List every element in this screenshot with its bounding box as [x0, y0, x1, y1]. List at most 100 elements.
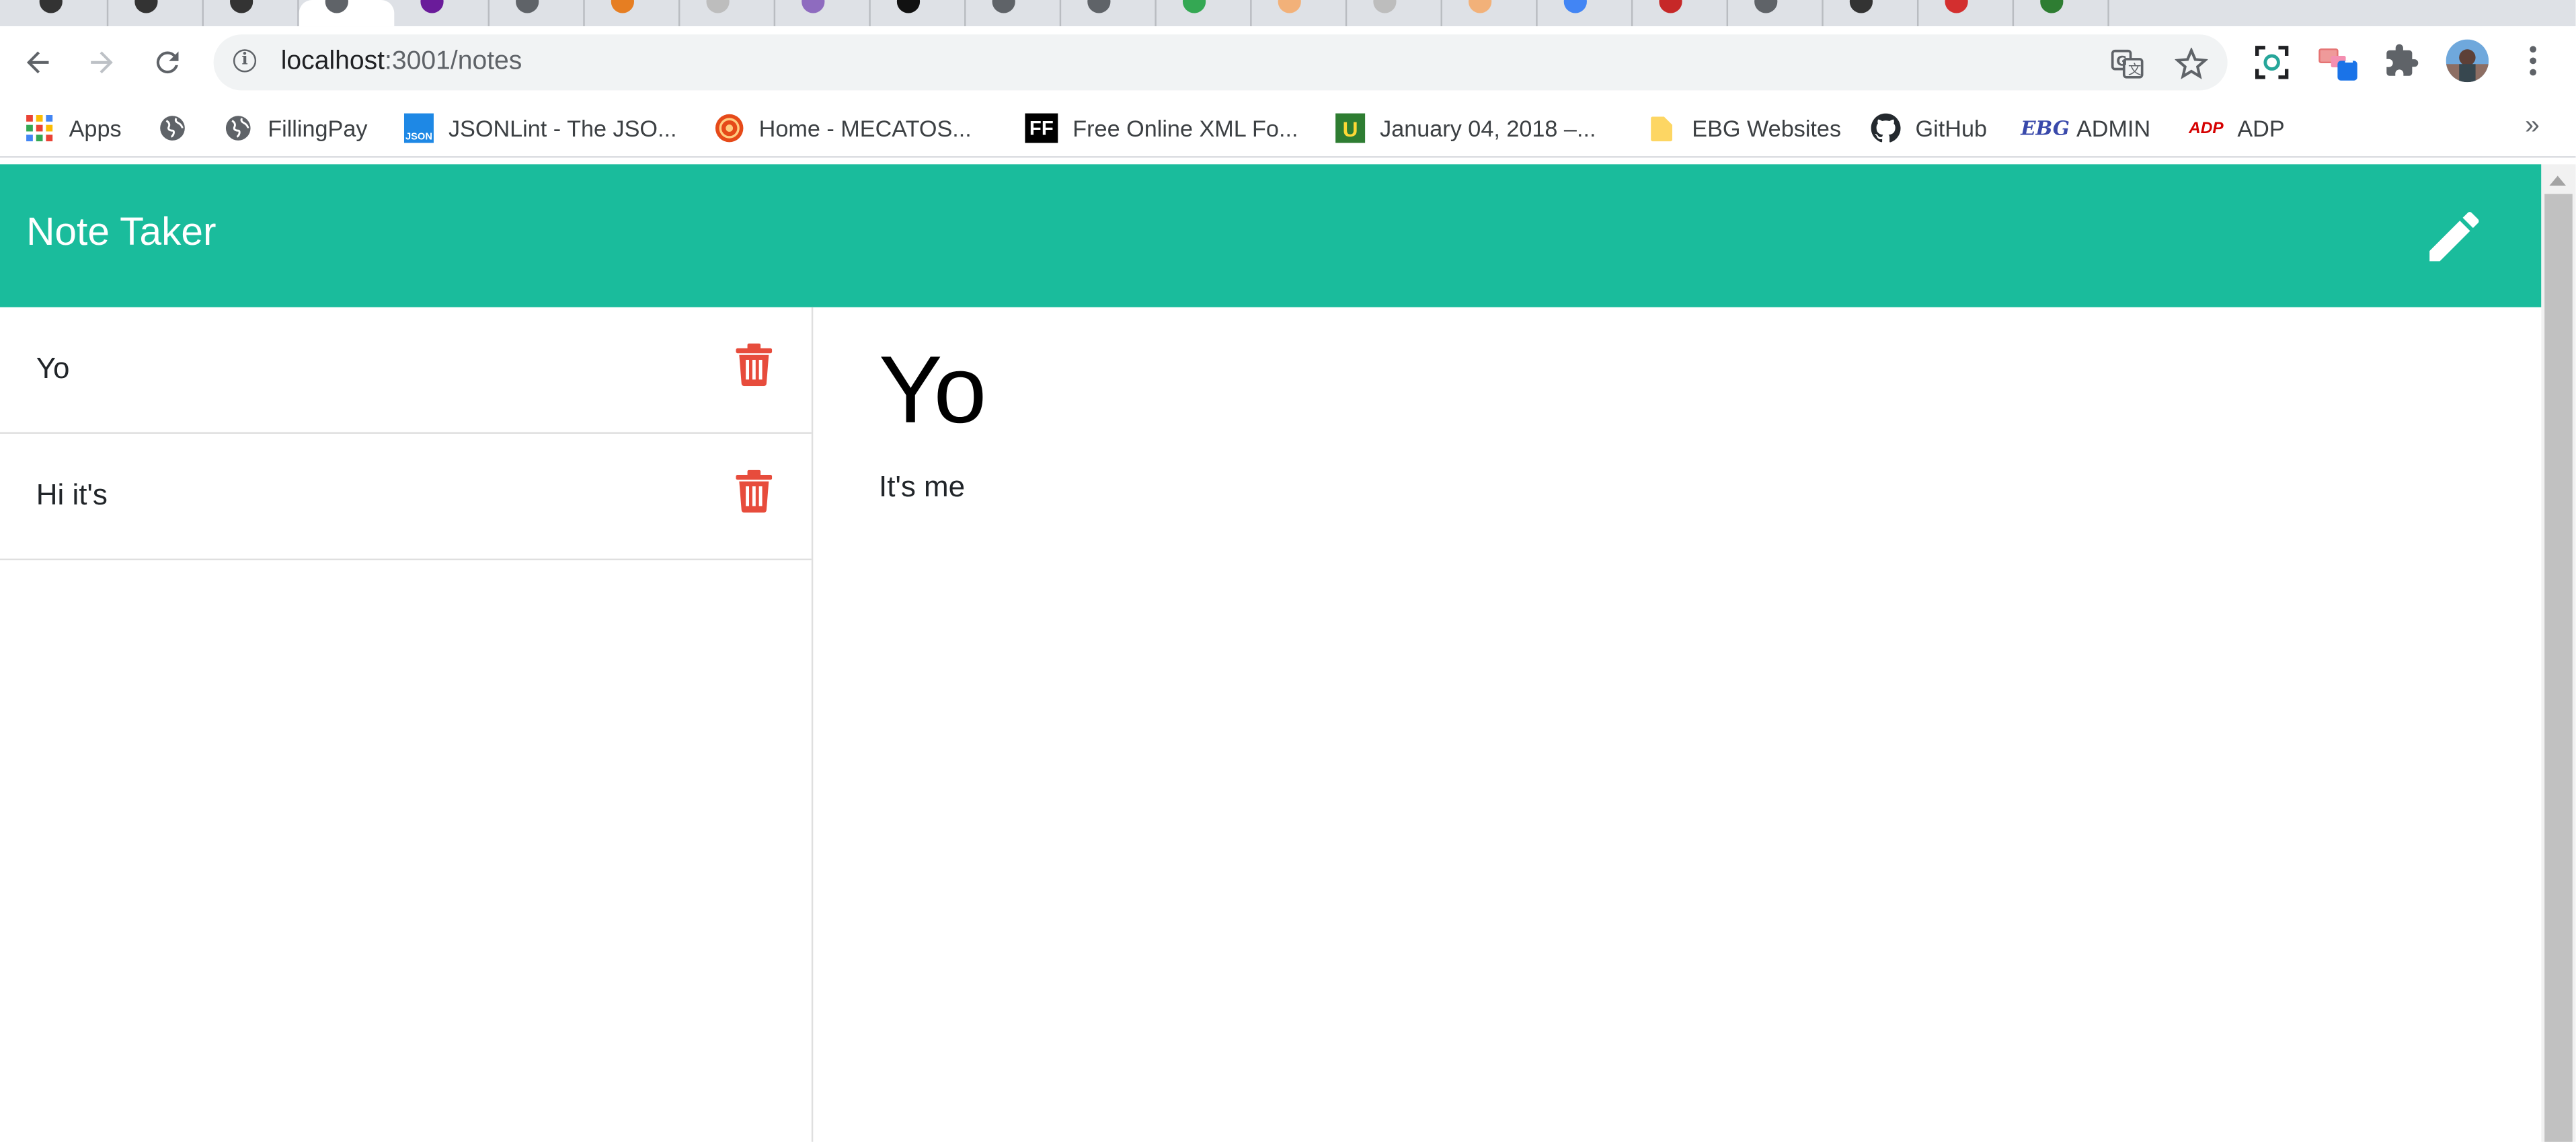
browser-tab[interactable]	[1442, 0, 1538, 27]
bookmark-january[interactable]: U January 04, 2018 –...	[1335, 112, 1596, 145]
browser-tab[interactable]	[1633, 0, 1729, 27]
bookmark-admin[interactable]: EBG ADMIN	[2021, 112, 2150, 145]
browser-tab[interactable]	[1061, 0, 1157, 27]
star-icon[interactable]	[2174, 46, 2209, 81]
bookmark-label: EBG Websites	[1692, 115, 1842, 142]
url-host: localhost	[280, 47, 385, 76]
browser-tab[interactable]	[1347, 0, 1442, 27]
reload-icon	[156, 51, 179, 74]
delete-note-button[interactable]	[736, 343, 773, 387]
folder-icon	[1647, 114, 1677, 143]
tab-favicon-icon	[516, 0, 539, 13]
bookmark-label: ADP	[2237, 115, 2285, 142]
tab-strip	[0, 0, 2576, 27]
note-list: Yo Hi it's	[0, 307, 814, 1142]
navbar-brand[interactable]: Note Taker	[26, 211, 216, 256]
arrow-right-icon	[91, 51, 113, 74]
browser-tab[interactable]	[490, 0, 585, 27]
bookmark-jsonlint[interactable]: JSON JSONLint - The JSO...	[403, 112, 677, 145]
scroll-up-arrow-icon[interactable]	[2549, 176, 2566, 186]
screenshot-extension-icon[interactable]	[2252, 43, 2292, 83]
svg-text:G: G	[2116, 54, 2127, 69]
browser-tab[interactable]	[871, 0, 966, 27]
trash-icon	[736, 469, 773, 513]
tab-favicon-icon	[992, 0, 1015, 13]
browser-tab[interactable]	[2014, 0, 2109, 27]
arrow-left-icon	[26, 51, 49, 74]
extension-badge-icon[interactable]: 1	[2318, 43, 2357, 83]
scrollbar-thumb[interactable]	[2544, 194, 2573, 1142]
bookmark-adp[interactable]: ADP ADP	[2189, 112, 2285, 145]
browser-tab[interactable]	[775, 0, 871, 27]
more-menu-icon[interactable]	[2513, 43, 2553, 83]
browser-tab[interactable]	[1918, 0, 2015, 27]
tab-favicon-icon	[420, 0, 444, 13]
tab-favicon-icon	[802, 0, 825, 13]
ff-icon: FF	[1025, 113, 1058, 143]
trash-icon	[736, 343, 773, 387]
browser-tab[interactable]	[1157, 0, 1252, 27]
info-icon[interactable]: i	[233, 49, 257, 73]
browser-window: i localhost:3001/notes G文 1 Apps Filling…	[0, 0, 2576, 1142]
bookmark-label: Apps	[69, 115, 122, 142]
browser-tab[interactable]	[585, 0, 680, 27]
browser-tab[interactable]	[108, 0, 204, 27]
bookmark-globe[interactable]	[158, 112, 202, 145]
tab-favicon-icon	[1563, 0, 1587, 13]
bookmark-label: GitHub	[1915, 115, 1987, 142]
page-scrollbar[interactable]	[2541, 164, 2576, 1142]
note-list-item[interactable]: Yo	[0, 307, 812, 434]
profile-avatar[interactable]	[2446, 39, 2489, 83]
browser-tab[interactable]	[204, 0, 299, 27]
tab-favicon-icon	[1278, 0, 1301, 13]
browser-tab[interactable]	[1252, 0, 1348, 27]
apps-grid-icon	[25, 114, 54, 143]
browser-tab[interactable]	[680, 0, 776, 27]
mecatos-icon	[715, 114, 744, 143]
browser-tab-active[interactable]	[299, 0, 395, 27]
bookmark-ebg-websites[interactable]: EBG Websites	[1647, 112, 1841, 145]
bookmark-github[interactable]: GitHub	[1871, 112, 1987, 145]
browser-tab[interactable]	[1824, 0, 1919, 27]
url-path: :3001/notes	[385, 47, 522, 76]
extensions-puzzle-icon[interactable]	[2382, 43, 2421, 83]
delete-note-button[interactable]	[736, 469, 773, 513]
browser-tab[interactable]	[394, 0, 490, 27]
new-note-button[interactable]	[2421, 204, 2487, 270]
extension-badge-count: 1	[2344, 49, 2353, 68]
tab-favicon-icon	[896, 0, 921, 13]
bookmark-mecatos[interactable]: Home - MECATOS...	[715, 112, 972, 145]
translate-icon[interactable]: G文	[2111, 48, 2144, 81]
note-viewer: Yo It's me	[879, 307, 2522, 1129]
browser-tab[interactable]	[1728, 0, 1824, 27]
active-note-text[interactable]: It's me	[879, 470, 965, 504]
bookmark-fillingpay[interactable]: FillingPay	[223, 112, 368, 145]
bookmark-label: FillingPay	[268, 115, 368, 142]
back-button[interactable]	[15, 40, 61, 85]
globe-icon	[223, 114, 253, 143]
browser-tab[interactable]	[966, 0, 1062, 27]
active-note-title[interactable]: Yo	[879, 334, 986, 449]
ebg-icon: EBG	[2021, 116, 2070, 140]
bookmark-freeformatter[interactable]: FF Free Online XML Fo...	[1025, 112, 1298, 145]
tab-favicon-icon	[1087, 0, 1111, 13]
bookmark-label: January 04, 2018 –...	[1380, 115, 1596, 142]
tab-favicon-icon	[1469, 0, 1492, 13]
forward-button[interactable]	[79, 40, 124, 85]
browser-tab[interactable]	[1538, 0, 1633, 27]
reload-button[interactable]	[145, 40, 190, 85]
tab-favicon-icon	[134, 0, 158, 13]
address-bar[interactable]: i localhost:3001/notes G文	[213, 34, 2228, 91]
browser-tab[interactable]	[13, 0, 109, 27]
bookmarks-overflow-icon[interactable]: »	[2525, 112, 2540, 141]
tab-favicon-icon	[1849, 0, 1873, 13]
pencil-icon	[2429, 212, 2479, 262]
tab-favicon-icon	[1945, 0, 1968, 13]
note-list-item[interactable]: Hi it's	[0, 434, 812, 561]
globe-icon	[158, 114, 188, 143]
url-text[interactable]: localhost:3001/notes	[281, 48, 522, 77]
u-icon: U	[1335, 113, 1366, 143]
adp-icon: ADP	[2189, 119, 2224, 137]
bookmark-apps[interactable]: Apps	[25, 112, 122, 145]
tab-favicon-icon	[1659, 0, 1682, 13]
